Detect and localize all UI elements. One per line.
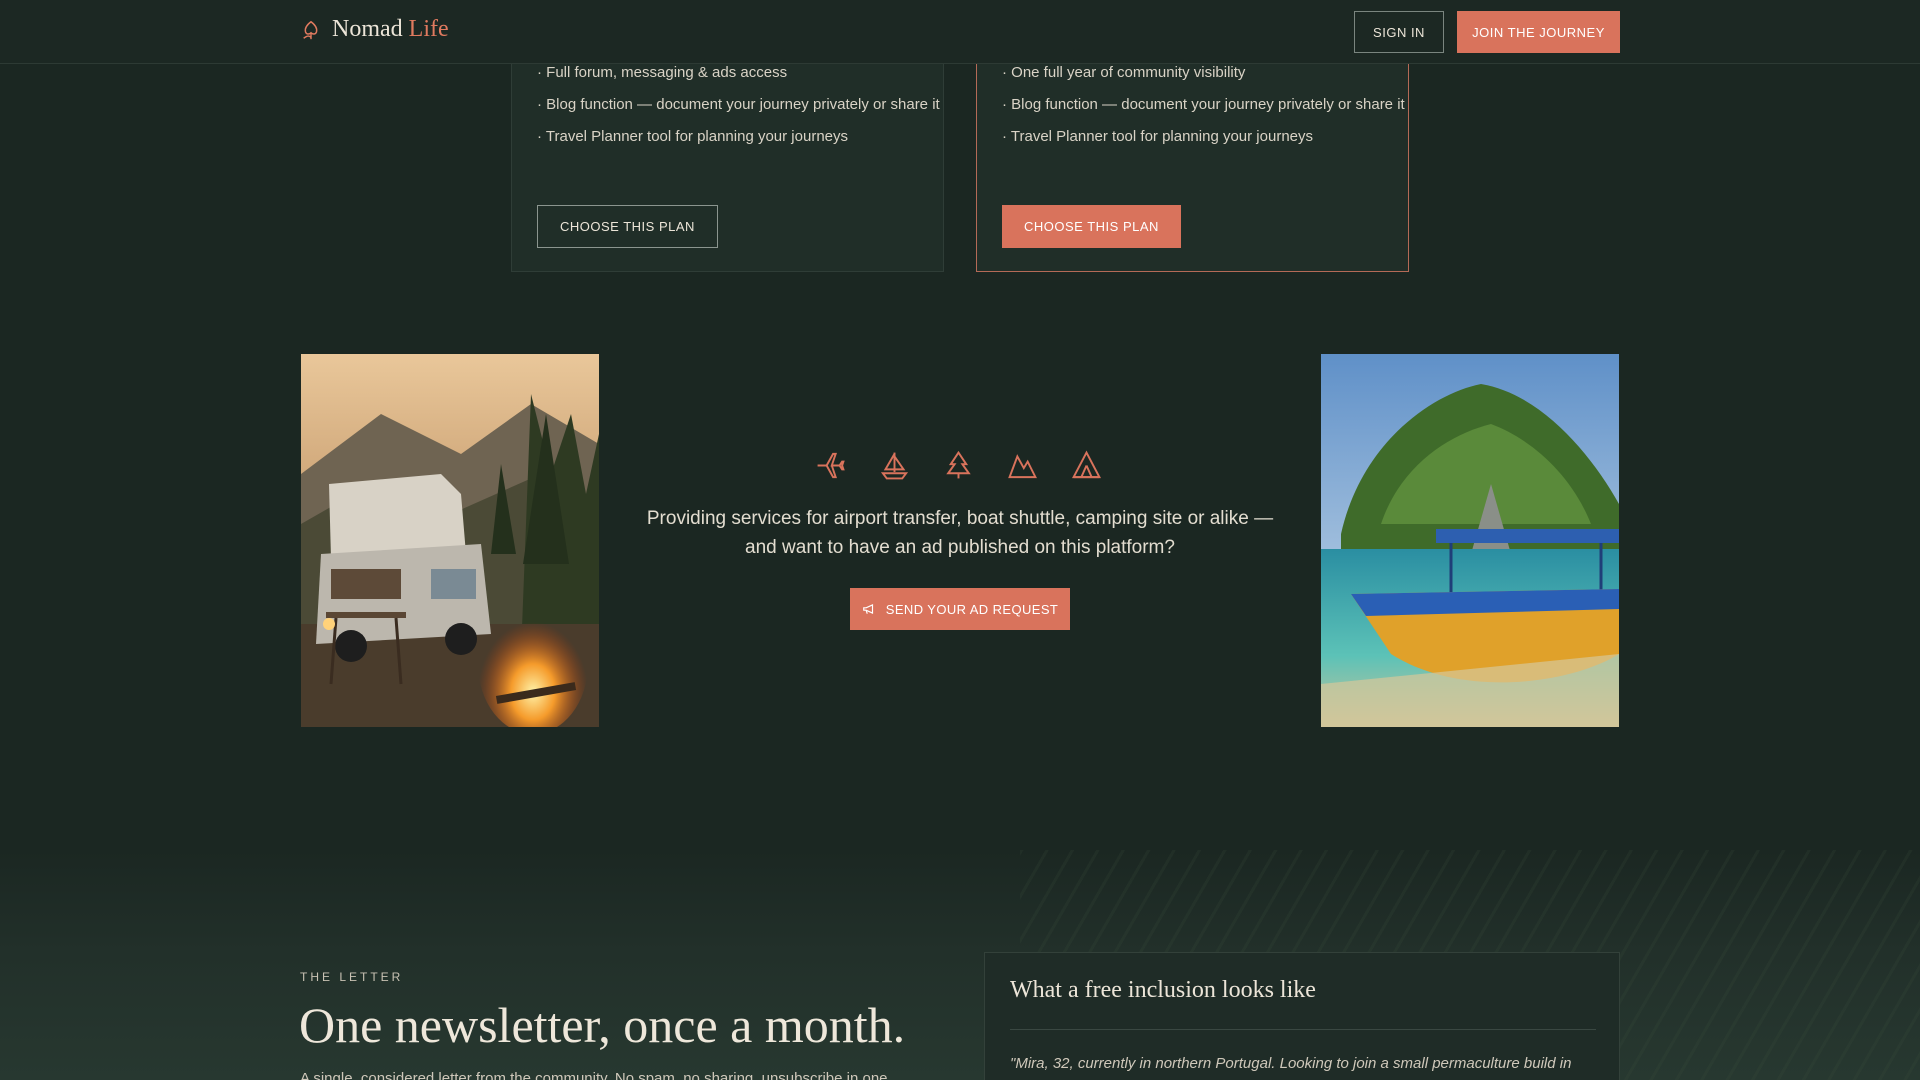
tree-logo-icon xyxy=(303,20,318,39)
newsletter-eyebrow: THE LETTER xyxy=(300,970,404,984)
plan-feature-list: · One full year of community visibility … xyxy=(1002,57,1405,153)
plan-feature-list: · Full forum, messaging & ads access · B… xyxy=(537,57,940,153)
choose-plan-button[interactable]: CHOOSE THIS PLAN xyxy=(537,205,718,248)
free-inclusion-card: What a free inclusion looks like "Mira, … xyxy=(984,952,1620,1080)
camper-van-photo xyxy=(301,354,599,727)
plan-feature: · Travel Planner tool for planning your … xyxy=(1002,128,1314,145)
newsletter-title: One newsletter, once a month. xyxy=(299,997,906,1053)
newsletter-subtitle: A single, considered letter from the com… xyxy=(300,1070,888,1080)
megaphone-icon xyxy=(862,604,873,614)
divider xyxy=(1010,1029,1596,1030)
join-the-journey-button[interactable]: JOIN THE JOURNEY xyxy=(1457,11,1620,53)
brand-accent: Life xyxy=(408,16,449,42)
service-icons xyxy=(815,450,1102,481)
boat-island-photo xyxy=(1321,354,1619,727)
airplane-icon xyxy=(815,450,846,481)
choose-plan-button-featured[interactable]: CHOOSE THIS PLAN xyxy=(1002,205,1181,248)
send-ad-request-label: SEND YOUR AD REQUEST xyxy=(885,601,1059,617)
services-ad-text: Providing services for airport transfer,… xyxy=(646,508,1274,558)
site-header: Nomad Life SIGN IN JOIN THE JOURNEY xyxy=(0,0,1920,64)
tent-icon xyxy=(1071,450,1102,481)
newsletter-background xyxy=(0,850,1920,1080)
send-ad-request-button[interactable]: SEND YOUR AD REQUEST xyxy=(850,588,1070,630)
mountain-icon xyxy=(1007,450,1038,481)
free-inclusion-title: What a free inclusion looks like xyxy=(1010,977,1316,1003)
brand-logo[interactable]: Nomad Life xyxy=(300,16,449,43)
plan-feature: · Blog function — document your journey … xyxy=(1002,96,1405,113)
brand-name: Nomad xyxy=(332,16,403,42)
sign-in-button[interactable]: SIGN IN xyxy=(1354,11,1444,53)
plan-feature: · Travel Planner tool for planning your … xyxy=(537,128,849,145)
sailboat-icon xyxy=(879,450,910,481)
plan-feature: · Blog function — document your journey … xyxy=(537,96,940,113)
tree-icon xyxy=(943,450,974,481)
free-inclusion-quote: "Mira, 32, currently in northern Portuga… xyxy=(1010,1055,1572,1072)
